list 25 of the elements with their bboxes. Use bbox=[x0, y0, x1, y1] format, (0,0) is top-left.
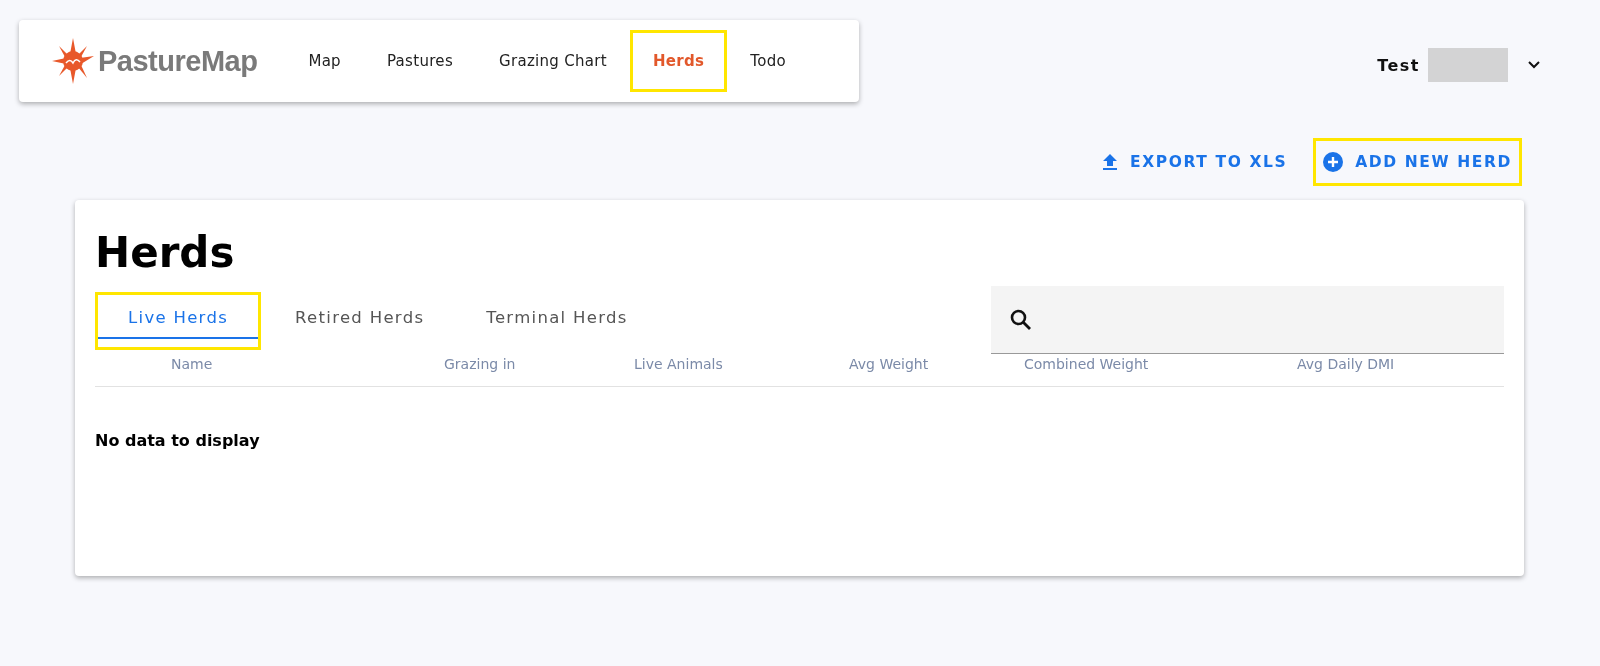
add-herd-button[interactable]: ADD NEW HERD bbox=[1313, 138, 1522, 186]
brand-name: PastureMap bbox=[98, 44, 258, 78]
chevron-down-icon[interactable] bbox=[1528, 61, 1540, 69]
upload-icon bbox=[1102, 153, 1118, 171]
export-button[interactable]: EXPORT TO XLS bbox=[1092, 138, 1298, 186]
tab[interactable]: Terminal Herds bbox=[458, 292, 656, 351]
column-header: Grazing in bbox=[444, 356, 517, 373]
nav-link[interactable]: Todo bbox=[727, 30, 809, 92]
user-name: Test bbox=[1377, 55, 1420, 75]
tab[interactable]: Live Herds bbox=[95, 292, 262, 351]
nav-link[interactable]: Pastures bbox=[363, 30, 476, 92]
column-header: Combined Weight bbox=[1024, 356, 1150, 373]
column-header: Live Animals bbox=[634, 356, 724, 373]
search-field[interactable] bbox=[991, 286, 1504, 355]
column-header: Name bbox=[171, 356, 214, 373]
plus-circle-icon bbox=[1323, 152, 1344, 172]
nav-link[interactable]: Herds bbox=[629, 30, 728, 92]
nav-link[interactable]: Map bbox=[285, 30, 364, 92]
nav-link[interactable]: Grazing Chart bbox=[476, 30, 630, 92]
tab[interactable]: Retired Herds bbox=[267, 292, 453, 351]
column-header: Avg Daily DMI bbox=[1297, 356, 1396, 373]
search-icon bbox=[1009, 307, 1033, 332]
empty-message: No data to display bbox=[95, 431, 261, 451]
column-header: Avg Weight bbox=[849, 356, 930, 373]
page-title: Herds bbox=[95, 230, 236, 277]
